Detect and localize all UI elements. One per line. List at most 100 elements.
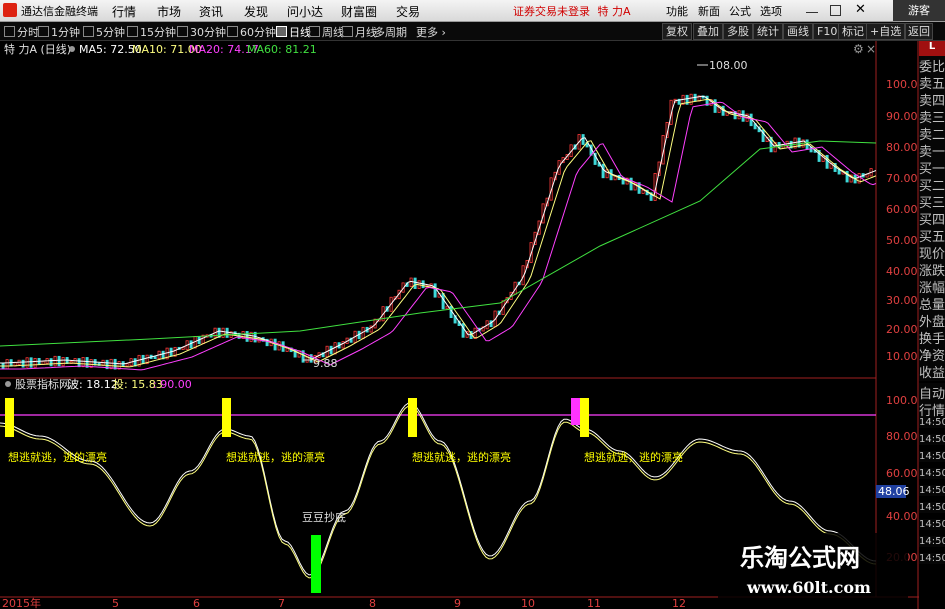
period-label: 周线 <box>322 26 344 39</box>
period-daily[interactable]: 日线 <box>276 24 311 40</box>
candle <box>305 354 309 363</box>
minimize-icon[interactable] <box>806 12 818 13</box>
date-tick: 6 <box>193 597 200 609</box>
period-5min[interactable]: 5分钟 <box>83 24 125 40</box>
menu-jiaoyi[interactable]: 交易 <box>396 3 420 20</box>
candle <box>5 359 9 370</box>
tick-time: 14:50 <box>919 468 945 479</box>
date-tick: 8 <box>369 597 376 609</box>
right-panel-tab[interactable]: L <box>919 41 945 56</box>
quote-field-label: 收益 <box>919 362 945 381</box>
tick-time: 14:50 <box>919 417 945 428</box>
price-tick: 70.00 <box>886 172 918 185</box>
candle <box>21 359 25 368</box>
current-stock-label: 特 力A <box>597 5 631 18</box>
tick-time: 14:50 <box>919 434 945 445</box>
candle <box>433 283 437 298</box>
menu-wenxiaoda[interactable]: 问小达 <box>287 3 323 20</box>
menu-gongneng[interactable]: 功能 <box>666 3 688 19</box>
sell-signal-bar <box>5 398 14 437</box>
menu-caifuquan[interactable]: 财富圈 <box>341 3 377 20</box>
menu-hangqing[interactable]: 行情 <box>112 3 136 20</box>
checkbox-icon <box>342 26 353 37</box>
period-monthly[interactable]: 月线 <box>342 24 377 40</box>
period-1min[interactable]: 1分钟 <box>38 24 80 40</box>
close-icon[interactable]: ✕ <box>855 2 866 17</box>
ma5-line <box>0 95 877 365</box>
price-tick: 80.00 <box>886 141 918 154</box>
login-warning-text: 证券交易未登录 <box>513 5 590 18</box>
gear-icon[interactable]: ⚙ <box>853 42 864 56</box>
price-tick: 30.00 <box>886 294 918 307</box>
btn-duogu[interactable]: 多股 <box>723 23 753 40</box>
btn-biaoji[interactable]: 标记 <box>838 23 868 40</box>
menu-xuanxiang[interactable]: 选项 <box>760 3 782 19</box>
maximize-icon[interactable] <box>830 5 841 16</box>
menu-xinmian[interactable]: 新面 <box>698 3 720 19</box>
login-warning[interactable]: 证券交易未登录 特 力A <box>513 3 631 19</box>
candle <box>25 357 29 368</box>
chevron-right-icon: › <box>441 26 446 39</box>
indicator-tick: 40.00 <box>886 510 918 523</box>
btn-add-favorite[interactable]: +自选 <box>866 23 906 40</box>
period-label: 15分钟 <box>140 26 176 39</box>
candle <box>601 163 605 179</box>
ma60-line <box>0 140 877 347</box>
menu-shichang[interactable]: 市场 <box>157 3 181 20</box>
settings-dot-icon[interactable] <box>5 381 11 387</box>
candle <box>225 327 229 338</box>
guest-button[interactable]: 游客 <box>893 0 945 21</box>
app-name: 通达信金融终端 <box>21 5 98 18</box>
menu-faxian[interactable]: 发现 <box>244 3 268 20</box>
price-tick: 40.00 <box>886 265 918 278</box>
stock-chart[interactable]: 100.0 90.00 80.00 70.00 60.00 50.00 40.0… <box>0 41 945 609</box>
period-multi[interactable]: 多周期 <box>374 24 407 40</box>
buy-signal-bar <box>311 535 321 593</box>
candle <box>409 277 413 287</box>
menu-gongshi[interactable]: 公式 <box>729 3 751 19</box>
high-label: 108.00 <box>709 59 748 72</box>
candle <box>581 134 585 145</box>
low-label: 9.88 <box>313 357 338 370</box>
period-30min[interactable]: 30分钟 <box>177 24 226 40</box>
btn-diejia[interactable]: 叠加 <box>693 23 723 40</box>
btn-fanhui[interactable]: 返回 <box>905 23 933 40</box>
price-tick: 90.00 <box>886 110 918 123</box>
btn-tongji[interactable]: 统计 <box>753 23 783 40</box>
price-tick: 60.00 <box>886 203 918 216</box>
indicator-tick: 80.00 <box>886 430 918 443</box>
date-tick: 9 <box>454 597 461 609</box>
candle <box>81 357 85 368</box>
period-60min[interactable]: 60分钟 <box>227 24 276 40</box>
candle <box>33 357 37 368</box>
btn-huaxian[interactable]: 画线 <box>783 23 813 40</box>
btn-fuquan[interactable]: 复权 <box>662 23 692 40</box>
period-weekly[interactable]: 周线 <box>309 24 344 40</box>
period-label: 5分钟 <box>96 26 125 39</box>
indicator-bo: 波: 18.12 <box>68 378 118 391</box>
candle <box>189 340 193 349</box>
period-fenshi[interactable]: 分时 <box>4 24 39 40</box>
period-15min[interactable]: 15分钟 <box>127 24 176 40</box>
checkbox-icon <box>177 26 188 37</box>
sell-signal-text: 想逃就逃，逃的漂亮 <box>226 450 325 464</box>
indicator-name: 股票指标网 <box>15 377 70 391</box>
checkbox-icon <box>227 26 238 37</box>
tick-time: 14:50 <box>919 519 945 530</box>
indicator-value: 48.06 <box>878 485 910 498</box>
menu-zixun[interactable]: 资讯 <box>199 3 223 20</box>
tick-time: 14:50 <box>919 451 945 462</box>
indicator-level: : 90.00 <box>153 378 192 391</box>
period-label: 日线 <box>289 26 311 39</box>
ma20-line <box>0 101 877 371</box>
settings-dot-icon[interactable] <box>69 46 75 52</box>
checkbox-icon <box>4 26 15 37</box>
checkbox-checked-icon <box>276 26 287 37</box>
checkbox-icon <box>38 26 49 37</box>
period-more[interactable]: 更多 › <box>416 24 446 40</box>
period-toolbar: 分时 1分钟 5分钟 15分钟 30分钟 60分钟 日线 周线 月线 多周期 更… <box>0 22 945 41</box>
sell-signal-bar <box>222 398 231 437</box>
close-panel-icon[interactable]: × <box>866 42 876 56</box>
candle <box>29 357 33 368</box>
app-logo-icon <box>3 3 17 17</box>
